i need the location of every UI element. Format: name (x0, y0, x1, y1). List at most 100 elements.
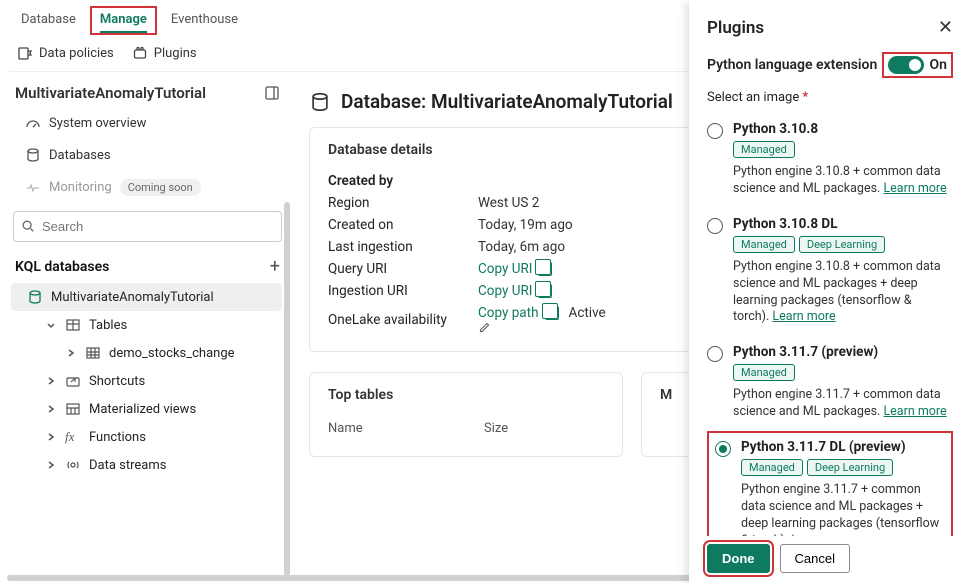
toggle-state: On (930, 57, 947, 73)
image-option-2[interactable]: Python 3.11.7 (preview) Managed Python eng… (707, 336, 953, 431)
option-badges: ManagedDeep Learning (741, 459, 945, 476)
option-desc: Python engine 3.10.8 + common data scien… (733, 164, 949, 198)
tab-database[interactable]: Database (11, 6, 86, 35)
nav-label: Databases (49, 148, 111, 163)
stream-icon (65, 457, 81, 473)
tree-db[interactable]: MultivariateAnomalyTutorial (11, 283, 282, 311)
data-policies-icon (17, 45, 33, 61)
radio-icon[interactable] (707, 346, 723, 362)
copy-ingestion-uri-button[interactable]: Copy URI (478, 283, 552, 299)
matview-icon (65, 401, 81, 417)
tree-label: Materialized views (89, 402, 196, 417)
badge: Deep Learning (807, 459, 893, 476)
tree-tables[interactable]: Tables (11, 311, 282, 339)
plugins-label: Plugins (154, 46, 197, 61)
option-title: Python 3.11.7 (preview) (733, 344, 949, 360)
tab-eventhouse[interactable]: Eventhouse (161, 6, 248, 35)
expand-icon[interactable] (264, 85, 280, 101)
chevron-right-icon (45, 459, 57, 471)
image-option-1[interactable]: Python 3.10.8 DL ManagedDeep Learning Pyth… (707, 208, 953, 337)
radio-icon[interactable] (715, 441, 731, 457)
close-icon[interactable]: ✕ (938, 17, 953, 38)
created-on-label: Created on (328, 217, 478, 233)
nav-system-overview[interactable]: System overview (11, 108, 284, 138)
pulse-icon (25, 180, 41, 196)
radio-icon[interactable] (707, 218, 723, 234)
copy-icon (538, 284, 552, 298)
nav-monitoring: Monitoring Coming soon (11, 172, 284, 203)
region-value: West US 2 (478, 195, 539, 211)
chevron-right-icon (45, 403, 57, 415)
learn-more-link[interactable]: Learn more (883, 404, 946, 419)
done-button[interactable]: Done (707, 544, 770, 573)
tree-functions[interactable]: fx Functions (11, 423, 282, 451)
onelake-status: Active (569, 305, 606, 321)
search-icon (21, 219, 37, 235)
database-icon (27, 289, 43, 305)
tree-data-streams[interactable]: Data streams (11, 451, 282, 479)
data-policies-label: Data policies (39, 46, 114, 61)
edit-icon[interactable] (478, 321, 610, 334)
nav-label: Monitoring (49, 180, 112, 195)
tree-materialized-views[interactable]: Materialized views (11, 395, 282, 423)
tree-shortcuts[interactable]: Shortcuts (11, 367, 282, 395)
cancel-button[interactable]: Cancel (780, 544, 850, 573)
option-title: Python 3.11.7 DL (preview) (741, 439, 945, 455)
created-on-value: Today, 19m ago (478, 217, 573, 233)
plugins-icon (132, 45, 148, 61)
tree-table-demo-stocks[interactable]: demo_stocks_change (11, 339, 282, 367)
kql-section-title: KQL databases (15, 259, 109, 275)
tree-label: demo_stocks_change (109, 346, 235, 361)
top-tables-panel: Top tables Name Size (309, 372, 623, 457)
ingestion-uri-label: Ingestion URI (328, 283, 478, 299)
created-by-label: Created by (328, 173, 478, 189)
chevron-right-icon (45, 375, 57, 387)
badge: Managed (733, 364, 795, 381)
plugins-flyout: Plugins ✕ Python language extension On S… (689, 1, 967, 584)
extension-toggle[interactable] (888, 56, 924, 74)
col-name: Name (328, 421, 484, 436)
radio-icon[interactable] (707, 123, 723, 139)
badge: Managed (733, 141, 795, 158)
copy-icon (545, 306, 559, 320)
tree-label: Functions (89, 430, 146, 445)
add-database-button[interactable]: + (270, 256, 280, 277)
learn-more-link[interactable]: Learn more (772, 309, 835, 324)
required-asterisk: * (803, 90, 809, 105)
option-badges: ManagedDeep Learning (733, 236, 949, 253)
flyout-title: Plugins (707, 18, 764, 38)
data-policies-button[interactable]: Data policies (17, 45, 114, 61)
option-title: Python 3.10.8 (733, 121, 949, 137)
database-icon (25, 147, 41, 163)
last-ingestion-label: Last ingestion (328, 239, 478, 255)
gauge-icon (25, 115, 41, 131)
copy-onelake-path-button[interactable]: Copy path (478, 305, 559, 321)
search-input[interactable] (13, 211, 282, 242)
sidebar: MultivariateAnomalyTutorial System overv… (1, 72, 291, 584)
onelake-label: OneLake availability (328, 312, 478, 328)
option-desc: Python engine 3.11.7 + common data scien… (733, 387, 949, 421)
plugins-button[interactable]: Plugins (132, 45, 197, 61)
panel-title: Top tables (328, 387, 604, 403)
sidebar-scrollbar[interactable] (284, 202, 290, 576)
extension-label: Python language extension (707, 57, 877, 73)
tab-manage[interactable]: Manage (90, 6, 157, 35)
badge: Managed (733, 236, 795, 253)
nav-databases[interactable]: Databases (11, 140, 284, 170)
tree-label: Shortcuts (89, 374, 145, 389)
function-icon: fx (65, 429, 81, 445)
col-size: Size (484, 421, 604, 436)
image-option-3[interactable]: Python 3.11.7 DL (preview) ManagedDeep Le… (707, 431, 953, 536)
select-image-label: Select an image (707, 90, 799, 105)
chevron-down-icon (45, 319, 57, 331)
tree-label: Data streams (89, 458, 166, 473)
option-desc: Python engine 3.10.8 + common data scien… (733, 259, 949, 327)
last-ingestion-value: Today, 6m ago (478, 239, 565, 255)
option-desc: Python engine 3.11.7 + common data scien… (741, 482, 945, 536)
image-option-0[interactable]: Python 3.10.8 Managed Python engine 3.10.8… (707, 113, 953, 208)
coming-soon-badge: Coming soon (120, 179, 201, 196)
copy-query-uri-button[interactable]: Copy URI (478, 261, 552, 277)
option-title: Python 3.10.8 DL (733, 216, 949, 232)
nav-label: System overview (49, 116, 146, 131)
learn-more-link[interactable]: Learn more (883, 181, 946, 196)
